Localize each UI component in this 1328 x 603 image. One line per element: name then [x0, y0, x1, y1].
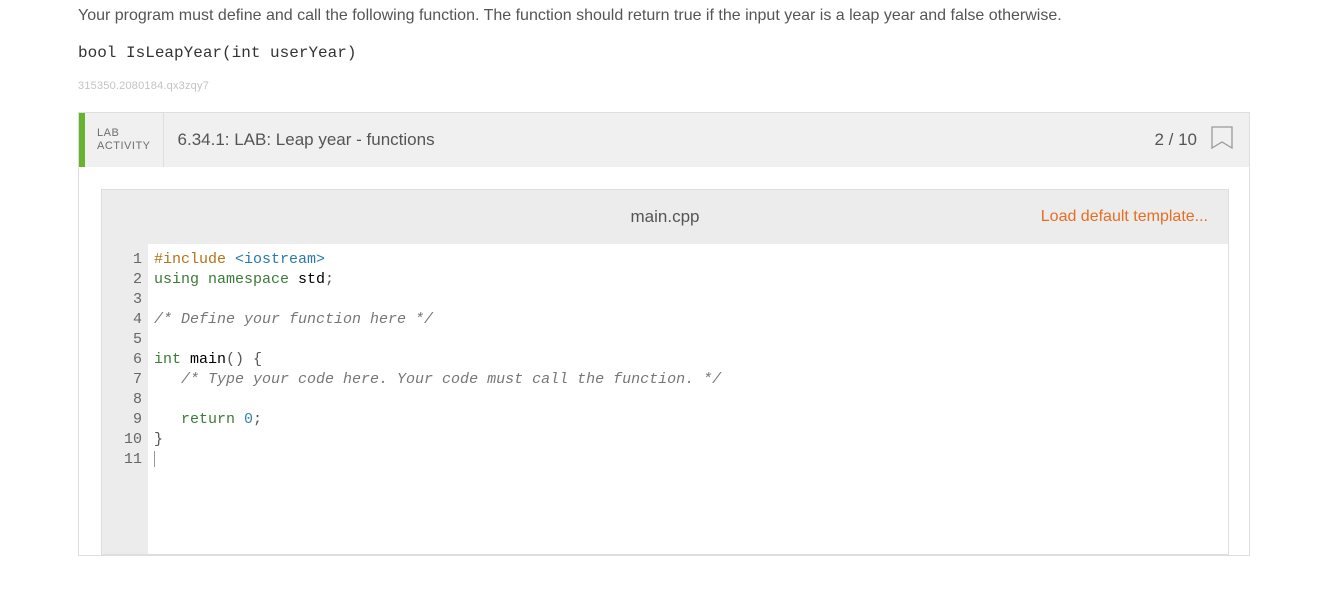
line-number: 2	[112, 270, 142, 290]
code-line[interactable]	[154, 390, 1228, 410]
code-line[interactable]: return 0;	[154, 410, 1228, 430]
function-signature: bool IsLeapYear(int userYear)	[78, 44, 1250, 62]
code-line[interactable]: /* Define your function here */	[154, 310, 1228, 330]
line-number: 4	[112, 310, 142, 330]
lab-chip-line2: ACTIVITY	[97, 140, 151, 153]
bookmark-icon[interactable]	[1211, 126, 1233, 154]
line-number: 5	[112, 330, 142, 350]
trace-id: 315350.2080184.qx3zqy7	[78, 80, 1250, 92]
load-default-template-link[interactable]: Load default template...	[1041, 208, 1228, 226]
line-number: 6	[112, 350, 142, 370]
line-number: 3	[112, 290, 142, 310]
code-line[interactable]	[154, 290, 1228, 310]
lab-header: LAB ACTIVITY 6.34.1: LAB: Leap year - fu…	[79, 113, 1249, 167]
code-line[interactable]: /* Type your code here. Your code must c…	[154, 370, 1228, 390]
lab-chip: LAB ACTIVITY	[85, 113, 164, 167]
code-line[interactable]	[154, 450, 1228, 470]
score-wrap: 2 / 10	[1138, 113, 1249, 167]
code-line[interactable]: using namespace std;	[154, 270, 1228, 290]
line-number: 10	[112, 430, 142, 450]
line-number: 7	[112, 370, 142, 390]
code-line[interactable]: }	[154, 430, 1228, 450]
code-content[interactable]: #include <iostream>using namespace std; /…	[148, 244, 1228, 554]
code-line[interactable]	[154, 330, 1228, 350]
code-line[interactable]: #include <iostream>	[154, 250, 1228, 270]
line-number: 8	[112, 390, 142, 410]
filename-label: main.cpp	[631, 207, 700, 227]
editor-header: main.cpp Load default template...	[102, 190, 1228, 244]
lab-chip-line1: LAB	[97, 127, 151, 140]
page-root: Your program must define and call the fo…	[0, 4, 1328, 603]
code-area[interactable]: 1234567891011 #include <iostream>using n…	[102, 244, 1228, 554]
line-gutter: 1234567891011	[102, 244, 148, 554]
text-cursor	[154, 451, 155, 467]
instruction-text: Your program must define and call the fo…	[78, 4, 1250, 28]
code-line[interactable]: int main() {	[154, 350, 1228, 370]
line-number: 1	[112, 250, 142, 270]
lab-card: LAB ACTIVITY 6.34.1: LAB: Leap year - fu…	[78, 112, 1250, 556]
line-number: 11	[112, 450, 142, 470]
score-text: 2 / 10	[1154, 130, 1197, 150]
lab-title: 6.34.1: LAB: Leap year - functions	[164, 113, 1139, 167]
editor-wrap: main.cpp Load default template... 123456…	[79, 167, 1249, 555]
code-editor: main.cpp Load default template... 123456…	[101, 189, 1229, 555]
line-number: 9	[112, 410, 142, 430]
